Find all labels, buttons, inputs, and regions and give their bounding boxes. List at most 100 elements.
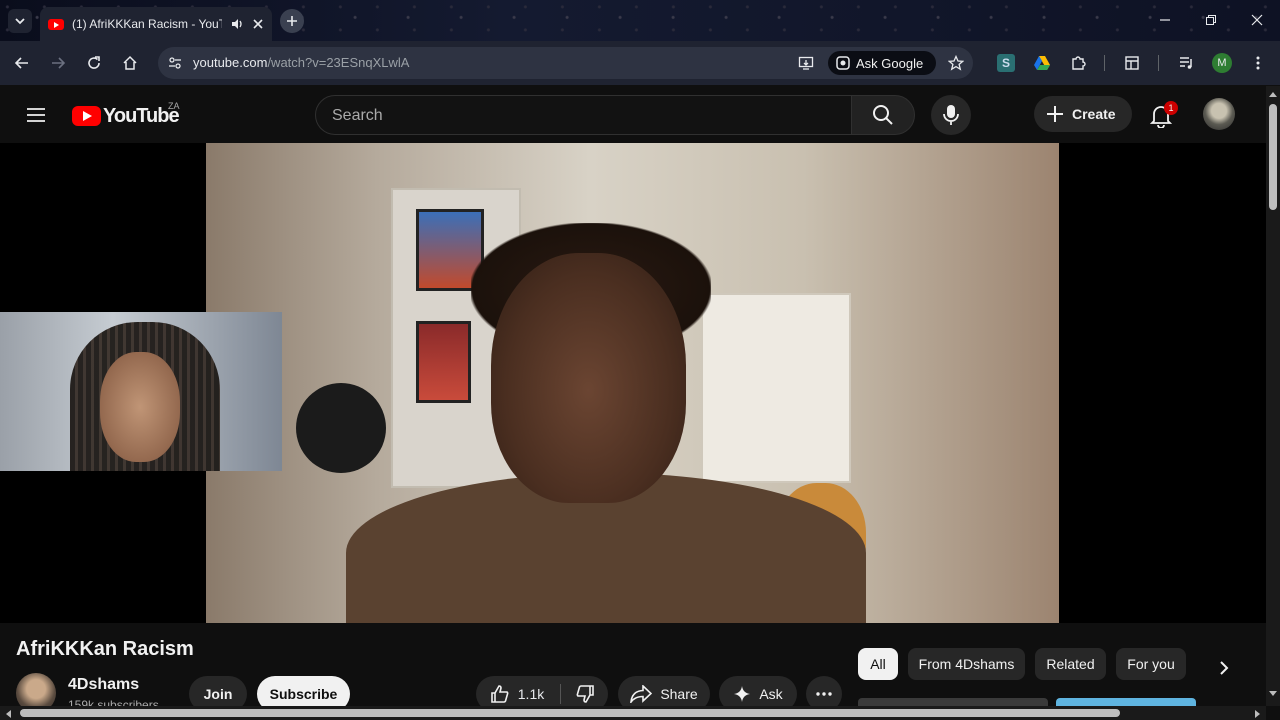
chevron-down-icon bbox=[15, 18, 25, 25]
sparkle-icon bbox=[734, 686, 751, 702]
kebab-menu-icon bbox=[1256, 56, 1260, 70]
close-icon bbox=[1251, 14, 1263, 26]
notification-badge: 1 bbox=[1164, 101, 1178, 115]
country-code: ZA bbox=[168, 101, 180, 111]
like-divider bbox=[560, 684, 561, 704]
home-button[interactable] bbox=[118, 51, 142, 75]
hamburger-icon bbox=[27, 108, 45, 122]
recommendation-thumbnail-peek-2[interactable] bbox=[1056, 698, 1196, 706]
search-button[interactable] bbox=[851, 95, 915, 135]
video-frame-person-face bbox=[491, 253, 686, 503]
thumbs-up-icon bbox=[490, 685, 509, 703]
search-icon bbox=[873, 105, 893, 125]
music-queue-icon bbox=[1180, 57, 1192, 69]
restore-icon bbox=[1206, 15, 1216, 25]
arrow-right-icon bbox=[52, 57, 66, 69]
reload-icon bbox=[88, 56, 100, 69]
profile-initial: M bbox=[1217, 57, 1227, 69]
ask-google-label: Ask Google bbox=[856, 55, 924, 71]
reload-button[interactable] bbox=[82, 51, 106, 75]
channel-name[interactable]: 4Dshams bbox=[68, 676, 139, 694]
webcam-person-face bbox=[100, 352, 180, 462]
bookmark-star-icon[interactable] bbox=[948, 55, 964, 71]
chip-from-channel[interactable]: From 4Dshams bbox=[908, 648, 1025, 680]
webcam-overlay bbox=[0, 312, 282, 471]
side-panel-icon bbox=[1125, 56, 1139, 70]
home-icon bbox=[123, 55, 137, 70]
forward-button[interactable] bbox=[46, 51, 70, 75]
speaker-icon[interactable] bbox=[230, 17, 244, 31]
ask-label: Ask bbox=[759, 686, 783, 702]
profile-button[interactable]: M bbox=[1212, 53, 1232, 73]
microphone-icon bbox=[943, 105, 959, 125]
create-label: Create bbox=[1072, 106, 1116, 122]
youtube-header: YouTube ZA Search Create 1 bbox=[0, 86, 1266, 143]
join-label: Join bbox=[203, 686, 233, 702]
subscribe-label: Subscribe bbox=[269, 686, 338, 702]
extension-s-button[interactable]: S bbox=[997, 54, 1015, 72]
more-horizontal-icon bbox=[816, 692, 832, 696]
account-avatar[interactable] bbox=[1203, 98, 1235, 130]
video-title: AfriKKKan Racism bbox=[16, 638, 194, 660]
install-app-icon[interactable] bbox=[798, 55, 814, 71]
browser-titlebar: (1) AfriKKKan Racism - YouTube bbox=[0, 0, 1280, 41]
toolbar-divider bbox=[1104, 55, 1105, 71]
chip-related-label: Related bbox=[1046, 656, 1095, 672]
tab-search-button[interactable] bbox=[8, 9, 32, 33]
side-panel-button[interactable] bbox=[1122, 53, 1142, 73]
chips-next-button[interactable] bbox=[1208, 652, 1240, 684]
back-button[interactable] bbox=[10, 51, 34, 75]
tab-title: (1) AfriKKKan Racism - YouTube bbox=[72, 17, 222, 31]
horizontal-scrollbar-thumb[interactable] bbox=[20, 709, 1120, 717]
media-control-button[interactable] bbox=[1176, 53, 1196, 73]
create-button[interactable]: Create bbox=[1034, 96, 1132, 132]
address-bar[interactable]: youtube.com/watch?v=23ESnqXLwlA Ask Goog… bbox=[158, 47, 973, 79]
chip-from-channel-label: From 4Dshams bbox=[918, 656, 1015, 672]
scroll-left-arrow-icon[interactable] bbox=[4, 709, 12, 719]
url-text: youtube.com/watch?v=23ESnqXLwlA bbox=[193, 55, 409, 70]
google-drive-extension-icon[interactable] bbox=[1033, 54, 1051, 72]
minimize-button[interactable] bbox=[1150, 10, 1180, 30]
new-tab-button[interactable] bbox=[280, 9, 304, 33]
puzzle-icon bbox=[1072, 56, 1086, 70]
site-info-icon[interactable] bbox=[168, 56, 182, 70]
recommendation-thumbnail-peek[interactable] bbox=[858, 698, 1048, 706]
chip-for-you[interactable]: For you bbox=[1116, 648, 1186, 680]
vertical-scrollbar-thumb[interactable] bbox=[1269, 104, 1277, 210]
arrow-left-icon bbox=[14, 57, 28, 69]
guide-menu-button[interactable] bbox=[24, 103, 48, 127]
chevron-right-icon bbox=[1220, 661, 1229, 675]
plus-icon bbox=[1047, 106, 1063, 122]
share-arrow-icon bbox=[630, 685, 653, 703]
scroll-right-arrow-icon[interactable] bbox=[1254, 709, 1262, 719]
toolbar-divider-2 bbox=[1158, 55, 1159, 71]
video-player[interactable] bbox=[206, 143, 1059, 623]
youtube-favicon-icon bbox=[48, 18, 64, 30]
close-tab-icon[interactable] bbox=[252, 18, 264, 30]
url-path: /watch?v=23ESnqXLwlA bbox=[267, 55, 410, 70]
youtube-logo-icon bbox=[72, 106, 101, 126]
search-placeholder: Search bbox=[332, 107, 383, 124]
browser-menu-button[interactable] bbox=[1248, 53, 1268, 73]
extensions-button[interactable] bbox=[1068, 53, 1088, 73]
scroll-down-arrow-icon[interactable] bbox=[1268, 690, 1278, 698]
extension-s-icon: S bbox=[1001, 56, 1010, 70]
browser-toolbar: youtube.com/watch?v=23ESnqXLwlA Ask Goog… bbox=[0, 41, 1280, 85]
like-count: 1.1k bbox=[517, 686, 545, 702]
thumbs-down-icon bbox=[576, 685, 594, 703]
browser-tab-active[interactable]: (1) AfriKKKan Racism - YouTube bbox=[40, 7, 272, 41]
search-input[interactable]: Search bbox=[315, 95, 852, 135]
chip-all[interactable]: All bbox=[858, 648, 898, 680]
plus-icon bbox=[287, 16, 297, 26]
chip-related[interactable]: Related bbox=[1035, 648, 1106, 680]
video-frame-poster-2 bbox=[416, 321, 471, 403]
share-label: Share bbox=[660, 686, 698, 702]
voice-search-button[interactable] bbox=[931, 95, 971, 135]
restore-button[interactable] bbox=[1196, 10, 1226, 30]
chip-for-you-label: For you bbox=[1127, 656, 1175, 672]
video-frame-shelf bbox=[701, 293, 851, 483]
minimize-icon bbox=[1160, 19, 1170, 21]
ask-google-button[interactable]: Ask Google bbox=[828, 51, 936, 75]
scroll-up-arrow-icon[interactable] bbox=[1268, 90, 1278, 98]
close-window-button[interactable] bbox=[1242, 10, 1272, 30]
